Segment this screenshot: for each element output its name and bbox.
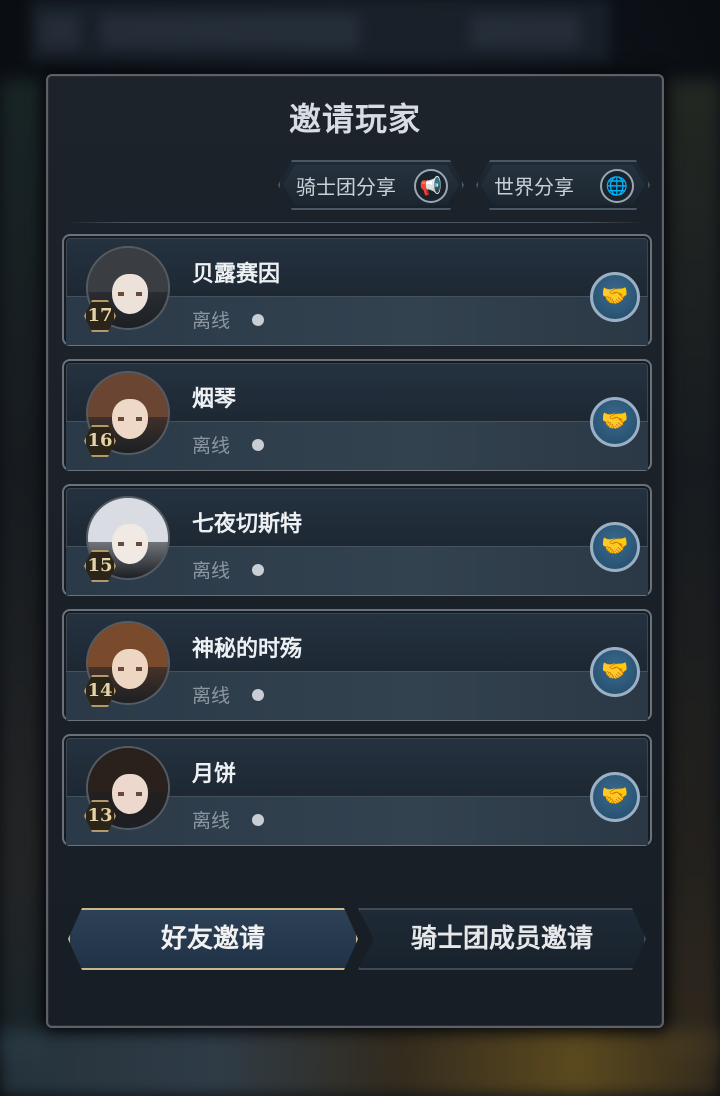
player-name: 烟琴 (192, 387, 237, 412)
background-bottom-bar (0, 1030, 720, 1096)
player-status: 离线 (192, 810, 231, 832)
player-row: 17 贝露赛因 离线 🤝 (62, 234, 652, 346)
background-top-bar (30, 0, 610, 62)
handshake-invite-button[interactable]: 🤝 (590, 522, 640, 572)
handshake-invite-button[interactable]: 🤝 (590, 272, 640, 322)
player-status: 离线 (192, 560, 231, 582)
player-name: 神秘的时殇 (192, 637, 303, 662)
player-name: 月饼 (192, 762, 237, 787)
handshake-invite-button[interactable]: 🤝 (590, 397, 640, 447)
player-row: 14 神秘的时殇 离线 🤝 (62, 609, 652, 721)
globe-megaphone-icon: 🌐 (600, 169, 634, 203)
avatar-eyes (118, 417, 142, 421)
handshake-icon: 🤝 (601, 659, 629, 684)
avatar-eyes (118, 667, 142, 671)
handshake-icon: 🤝 (601, 409, 629, 434)
offline-status-dot (252, 814, 264, 826)
handshake-icon: 🤝 (601, 284, 629, 309)
world-share-button[interactable]: 世界分享 🌐 (476, 160, 650, 210)
world-share-label: 世界分享 (494, 174, 574, 199)
player-row: 15 七夜切斯特 离线 🤝 (62, 484, 652, 596)
avatar-eyes (118, 792, 142, 796)
invite-players-dialog: 邀请玩家 骑士团分享 📢 世界分享 🌐 17 贝露赛因 离线 🤝 16 烟琴 离… (46, 74, 664, 1028)
background-left (0, 80, 44, 1060)
player-row: 16 烟琴 离线 🤝 (62, 359, 652, 471)
guild-share-label: 骑士团分享 (296, 174, 396, 199)
player-row: 13 月饼 离线 🤝 (62, 734, 652, 846)
background-right (666, 80, 720, 1060)
player-name: 七夜切斯特 (192, 512, 303, 537)
player-status: 离线 (192, 435, 231, 457)
megaphone-icon: 📢 (414, 169, 448, 203)
tab-guild-member-invite[interactable]: 骑士团成员邀请 (358, 908, 646, 970)
background-blur (470, 14, 580, 48)
background-blur (40, 14, 80, 48)
offline-status-dot (252, 689, 264, 701)
handshake-icon: 🤝 (601, 534, 629, 559)
divider (66, 222, 644, 223)
player-name: 贝露赛因 (192, 262, 281, 287)
avatar-eyes (118, 542, 142, 546)
avatar-eyes (118, 292, 142, 296)
handshake-invite-button[interactable]: 🤝 (590, 647, 640, 697)
player-status: 离线 (192, 310, 231, 332)
handshake-icon: 🤝 (601, 784, 629, 809)
handshake-invite-button[interactable]: 🤝 (590, 772, 640, 822)
offline-status-dot (252, 564, 264, 576)
dialog-title: 邀请玩家 (288, 100, 421, 138)
offline-status-dot (252, 439, 264, 451)
player-status: 离线 (192, 685, 231, 707)
tab-friend-invite[interactable]: 好友邀请 (68, 908, 358, 970)
invite-tabs: 好友邀请 骑士团成员邀请 (68, 908, 646, 970)
background-blur (100, 14, 360, 48)
guild-share-button[interactable]: 骑士团分享 📢 (278, 160, 464, 210)
offline-status-dot (252, 314, 264, 326)
